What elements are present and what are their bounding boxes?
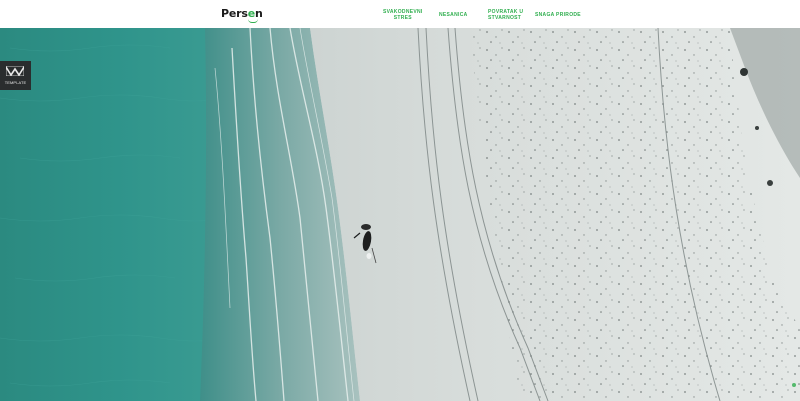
template-logo-icon [6, 66, 24, 76]
nav-item-svakodnevni-stres[interactable]: SVAKODNEVNI STRES [383, 9, 423, 21]
logo-prefix: Pers [221, 7, 248, 20]
nav-item-nesanica[interactable]: NESANICA [439, 12, 468, 18]
nav-item-snaga-prirode[interactable]: SNAGA PRIRODE [535, 12, 581, 18]
brand-logo[interactable]: Persen [221, 7, 263, 23]
template-badge[interactable]: TEMPLATE [0, 61, 31, 90]
aerial-beach-scene [0, 28, 800, 401]
top-header: Persen SVAKODNEVNI STRES NESANICA POVRAT… [0, 0, 800, 28]
template-label: TEMPLATE [4, 80, 27, 85]
nav-item-povratak-u-stvarnost[interactable]: POVRATAK U STVARNOST [488, 9, 523, 21]
sea-area [0, 28, 215, 401]
hero-aerial-image [0, 28, 800, 401]
page: Persen SVAKODNEVNI STRES NESANICA POVRAT… [0, 0, 800, 401]
logo-smile-icon [248, 19, 258, 23]
